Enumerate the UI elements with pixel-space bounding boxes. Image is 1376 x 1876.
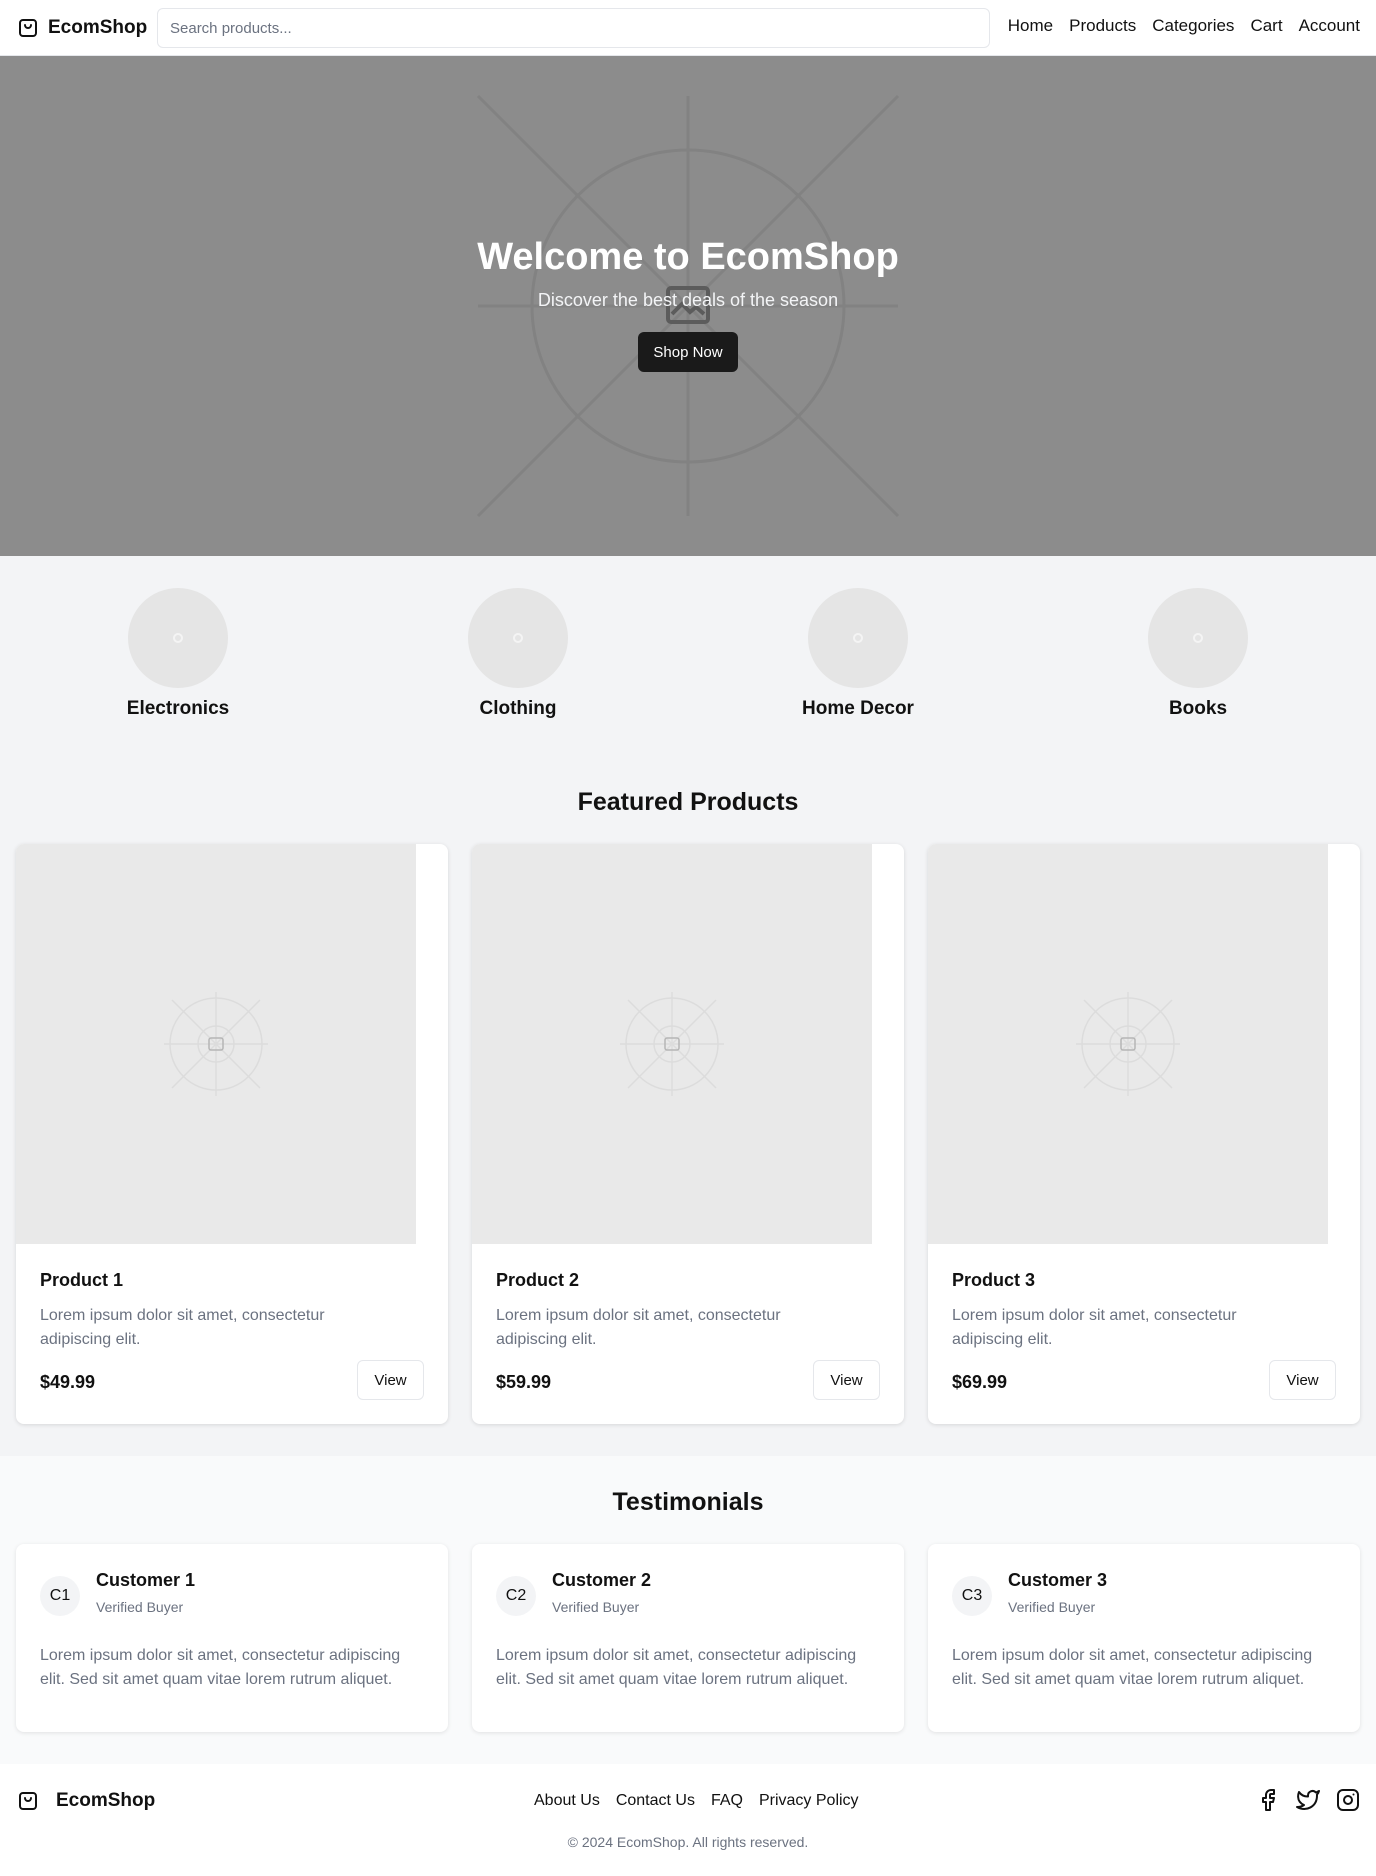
footer-link-privacy[interactable]: Privacy Policy [759, 1792, 859, 1810]
site-footer: EcomShop About Us Contact Us FAQ Privacy… [0, 1764, 1376, 1876]
main-nav: Home Products Categories Cart Account [1008, 16, 1360, 36]
search-input[interactable] [157, 8, 990, 48]
product-price: $69.99 [952, 1372, 1008, 1392]
category-image [808, 588, 908, 688]
product-image [16, 844, 416, 1244]
testimonial-text: Lorem ipsum dolor sit amet, consectetur … [496, 1647, 857, 1688]
nav-cart[interactable]: Cart [1250, 16, 1282, 36]
product-name: Product 2 [496, 1270, 580, 1290]
placeholder-icon [1193, 633, 1203, 643]
avatar: C1 [40, 1576, 80, 1616]
footer-logo[interactable]: EcomShop [16, 1789, 155, 1813]
footer-brand-name: EcomShop [56, 1790, 156, 1811]
featured-title: Featured Products [577, 788, 799, 816]
testimonial-text: Lorem ipsum dolor sit amet, consectetur … [40, 1647, 401, 1688]
product-price: $59.99 [496, 1372, 552, 1392]
footer-link-faq[interactable]: FAQ [711, 1792, 743, 1810]
product-description: Lorem ipsum dolor sit amet, consectetur … [40, 1307, 325, 1348]
product-description: Lorem ipsum dolor sit amet, consectetur … [496, 1307, 781, 1348]
placeholder-icon [173, 633, 183, 643]
placeholder-icon [513, 633, 523, 643]
customer-role: Verified Buyer [96, 1599, 184, 1615]
product-image [472, 844, 872, 1244]
view-product-button[interactable]: View [813, 1360, 880, 1400]
footer-link-contact[interactable]: Contact Us [616, 1792, 695, 1810]
testimonial-card-3: C3 Customer 3 Verified Buyer Lorem ipsum… [928, 1544, 1360, 1732]
product-card-2: Product 2 Lorem ipsum dolor sit amet, co… [472, 844, 904, 1424]
category-label: Books [1168, 698, 1228, 719]
header-logo[interactable]: EcomShop [16, 14, 147, 42]
customer-role: Verified Buyer [552, 1599, 640, 1615]
product-price: $49.99 [40, 1372, 96, 1392]
customer-name: Customer 2 [552, 1570, 652, 1590]
category-image [128, 588, 228, 688]
customer-name: Customer 3 [1008, 1570, 1108, 1590]
image-placeholder-icon [620, 992, 724, 1096]
category-clothing[interactable]: Clothing [418, 588, 618, 720]
copyright-text: © 2024 EcomShop. All rights reserved. [567, 1834, 809, 1850]
product-card-1: Product 1 Lorem ipsum dolor sit amet, co… [16, 844, 448, 1424]
avatar: C2 [496, 1576, 536, 1616]
view-product-button[interactable]: View [1269, 1360, 1336, 1400]
product-image [928, 844, 1328, 1244]
category-image [1148, 588, 1248, 688]
category-label: Clothing [479, 698, 557, 719]
customer-role: Verified Buyer [1008, 1599, 1096, 1615]
testimonial-card-1: C1 Customer 1 Verified Buyer Lorem ipsum… [16, 1544, 448, 1732]
footer-link-about[interactable]: About Us [534, 1792, 600, 1810]
twitter-icon[interactable] [1296, 1788, 1320, 1812]
view-product-button[interactable]: View [357, 1360, 424, 1400]
product-description: Lorem ipsum dolor sit amet, consectetur … [952, 1307, 1237, 1348]
category-label: Home Decor [802, 698, 914, 719]
shop-now-button[interactable]: Shop Now [638, 332, 738, 372]
shopping-bag-icon [19, 19, 37, 37]
instagram-icon[interactable] [1336, 1788, 1360, 1812]
avatar: C3 [952, 1576, 992, 1616]
nav-products[interactable]: Products [1069, 16, 1136, 36]
category-books[interactable]: Books [1098, 588, 1298, 720]
social-links [1256, 1788, 1360, 1812]
testimonial-card-2: C2 Customer 2 Verified Buyer Lorem ipsum… [472, 1544, 904, 1732]
facebook-icon[interactable] [1256, 1788, 1280, 1812]
customer-name: Customer 1 [96, 1570, 196, 1590]
nav-account[interactable]: Account [1299, 16, 1360, 36]
site-header: EcomShop Home Products Categories Cart A… [0, 0, 1376, 56]
image-placeholder-icon [1076, 992, 1180, 1096]
hero-banner: Welcome to EcomShop Discover the best de… [0, 56, 1376, 556]
placeholder-icon [853, 633, 863, 643]
testimonial-text: Lorem ipsum dolor sit amet, consectetur … [952, 1647, 1313, 1688]
category-image [468, 588, 568, 688]
nav-categories[interactable]: Categories [1152, 16, 1234, 36]
shopping-bag-icon [19, 1792, 37, 1810]
brand-name: EcomShop [48, 17, 148, 38]
hero-subtitle: Discover the best deals of the season [537, 290, 839, 310]
footer-links: About Us Contact Us FAQ Privacy Policy [534, 1792, 859, 1810]
category-electronics[interactable]: Electronics [78, 588, 278, 720]
nav-home[interactable]: Home [1008, 16, 1053, 36]
image-placeholder-icon [164, 992, 268, 1096]
category-home-decor[interactable]: Home Decor [758, 588, 958, 720]
category-label: Electronics [126, 698, 230, 719]
hero-title: Welcome to EcomShop [477, 236, 899, 278]
product-card-3: Product 3 Lorem ipsum dolor sit amet, co… [928, 844, 1360, 1424]
testimonials-title: Testimonials [612, 1488, 764, 1516]
product-name: Product 3 [952, 1270, 1036, 1290]
product-name: Product 1 [40, 1270, 124, 1290]
